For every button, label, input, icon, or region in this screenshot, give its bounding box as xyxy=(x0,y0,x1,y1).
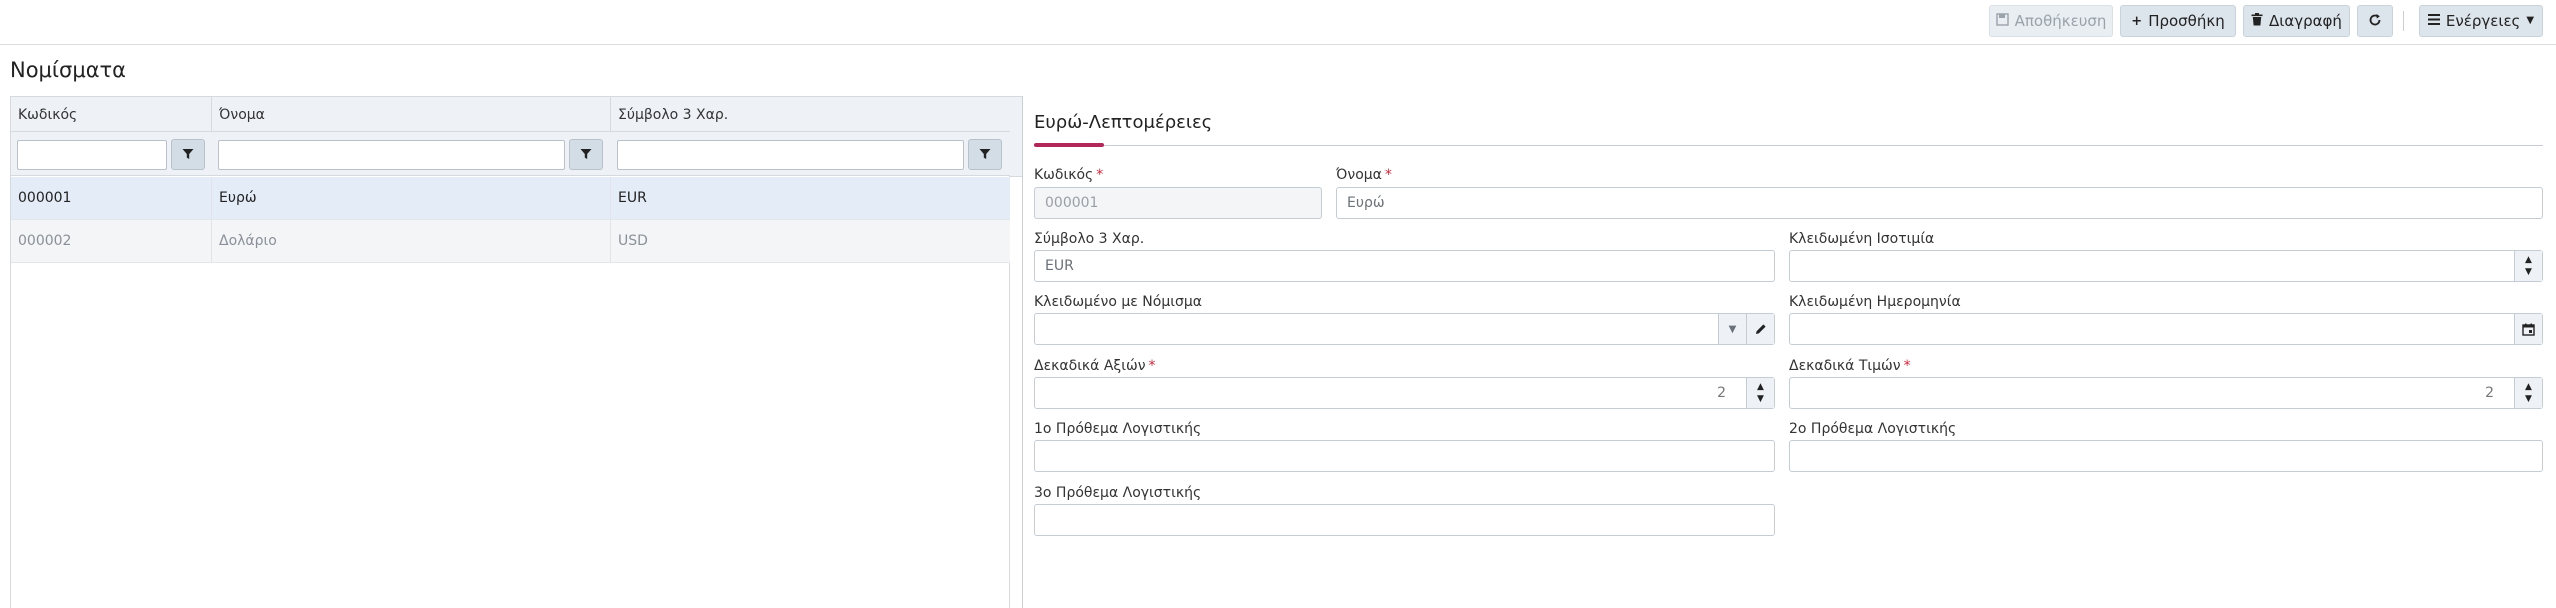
code-field[interactable]: 000001 xyxy=(1034,187,1322,219)
prefix1-field[interactable] xyxy=(1034,440,1775,472)
save-button[interactable]: Αποθήκευση xyxy=(1989,5,2113,37)
locked-currency-label: Κλειδωμένο με Νόμισμα xyxy=(1034,294,1202,310)
add-button-label: Προσθήκη xyxy=(2148,12,2225,30)
name-field[interactable]: Ευρώ xyxy=(1336,187,2543,219)
required-marker: * xyxy=(1148,358,1156,374)
detail-title: Ευρώ-Λεπτομέρειες xyxy=(1034,112,1213,133)
actions-menu-button[interactable]: Ενέργειες ▼ xyxy=(2419,5,2543,37)
calendar-icon[interactable] xyxy=(2514,314,2542,344)
stepper-up-icon: ▲ xyxy=(1757,382,1764,392)
amount-decimals-field[interactable]: 2 ▲ ▼ xyxy=(1034,377,1775,409)
detail-title-accent xyxy=(1034,143,1104,147)
grid-filter-row xyxy=(11,132,1010,176)
filter-input-name[interactable] xyxy=(218,140,565,170)
locked-parity-label: Κλειδωμένη Ισοτιμία xyxy=(1789,231,1935,247)
stepper-down-icon: ▼ xyxy=(2525,267,2532,277)
required-marker: * xyxy=(1096,167,1104,183)
cell-symbol: EUR xyxy=(618,190,647,206)
filter-input-symbol[interactable] xyxy=(617,140,964,170)
grid-header: Κωδικός Όνομα Σύμβολο 3 Χαρ. xyxy=(11,96,1010,132)
caret-down-icon: ▼ xyxy=(2526,15,2535,26)
filter-button-symbol[interactable] xyxy=(968,139,1002,170)
cell-code: 000001 xyxy=(11,177,212,219)
locked-currency-select[interactable]: ▼ xyxy=(1034,313,1775,345)
required-marker: * xyxy=(1384,167,1392,183)
prefix2-label: 2ο Πρόθεμα Λογιστικής xyxy=(1789,421,1957,437)
cell-symbol: USD xyxy=(618,233,648,249)
filter-icon xyxy=(182,145,194,164)
save-button-label: Αποθήκευση xyxy=(2014,12,2107,30)
trash-icon xyxy=(2251,13,2263,29)
panel-splitter[interactable] xyxy=(1022,96,1023,608)
cell-name: Δολάριο xyxy=(212,220,611,262)
name-label: Όνομα * xyxy=(1336,167,1392,183)
locked-date-label: Κλειδωμένη Ημερομηνία xyxy=(1789,294,1961,310)
filter-input-code[interactable] xyxy=(17,140,167,170)
column-header-code[interactable]: Κωδικός xyxy=(11,97,212,132)
filter-icon xyxy=(979,145,991,164)
table-row[interactable]: 000002 Δολάριο USD xyxy=(11,220,1010,263)
column-header-symbol[interactable]: Σύμβολο 3 Χαρ. xyxy=(611,97,1010,132)
locked-date-field[interactable] xyxy=(1789,313,2543,345)
filter-icon xyxy=(580,145,592,164)
locked-parity-field[interactable]: ▲ ▼ xyxy=(1789,250,2543,282)
delete-button[interactable]: Διαγραφή xyxy=(2243,5,2350,37)
table-row[interactable]: 000001 Ευρώ EUR xyxy=(11,177,1010,220)
code-label: Κωδικός * xyxy=(1034,167,1104,183)
amount-decimals-stepper[interactable]: ▲ ▼ xyxy=(1746,378,1774,408)
pencil-icon[interactable] xyxy=(1746,314,1774,344)
toolbar: Αποθήκευση + Προσθήκη Διαγραφή Ενέργειες… xyxy=(0,0,2556,45)
price-decimals-label: Δεκαδικά Τιμών * xyxy=(1789,358,1911,374)
delete-button-label: Διαγραφή xyxy=(2269,12,2342,30)
amount-decimals-label: Δεκαδικά Αξιών * xyxy=(1034,358,1156,374)
cell-name: Ευρώ xyxy=(212,177,611,219)
filter-button-code[interactable] xyxy=(171,139,205,170)
toolbar-separator xyxy=(2403,11,2404,31)
symbol-field[interactable]: EUR xyxy=(1034,250,1775,282)
actions-menu-label: Ενέργειες xyxy=(2445,12,2521,30)
price-decimals-stepper[interactable]: ▲ ▼ xyxy=(2514,378,2542,408)
add-button[interactable]: + Προσθήκη xyxy=(2120,5,2236,37)
menu-icon xyxy=(2427,14,2440,28)
column-header-name[interactable]: Όνομα xyxy=(212,97,611,132)
cell-code: 000002 xyxy=(11,220,212,262)
currencies-grid: Κωδικός Όνομα Σύμβολο 3 Χαρ. 000001 Ευρώ… xyxy=(10,96,1010,608)
page-title: Νομίσματα xyxy=(10,58,127,82)
refresh-icon xyxy=(2368,13,2382,30)
detail-title-underline xyxy=(1034,145,2543,146)
symbol-label: Σύμβολο 3 Χαρ. xyxy=(1034,231,1145,247)
stepper-down-icon: ▼ xyxy=(2525,394,2532,404)
required-marker: * xyxy=(1903,358,1911,374)
prefix1-label: 1ο Πρόθεμα Λογιστικής xyxy=(1034,421,1202,437)
price-decimals-value: 2 xyxy=(2485,385,2494,401)
stepper-up-icon: ▲ xyxy=(2525,255,2532,265)
prefix3-label: 3ο Πρόθεμα Λογιστικής xyxy=(1034,485,1202,501)
filter-button-name[interactable] xyxy=(569,139,603,170)
plus-icon: + xyxy=(2131,13,2143,29)
prefix2-field[interactable] xyxy=(1789,440,2543,472)
stepper-up-icon: ▲ xyxy=(2525,382,2532,392)
price-decimals-field[interactable]: 2 ▲ ▼ xyxy=(1789,377,2543,409)
amount-decimals-value: 2 xyxy=(1717,385,1726,401)
save-icon xyxy=(1995,13,2009,29)
refresh-button[interactable] xyxy=(2357,5,2393,37)
prefix3-field[interactable] xyxy=(1034,504,1775,536)
dropdown-caret-icon[interactable]: ▼ xyxy=(1718,314,1746,344)
stepper-down-icon: ▼ xyxy=(1757,394,1764,404)
locked-parity-stepper[interactable]: ▲ ▼ xyxy=(2514,251,2542,281)
